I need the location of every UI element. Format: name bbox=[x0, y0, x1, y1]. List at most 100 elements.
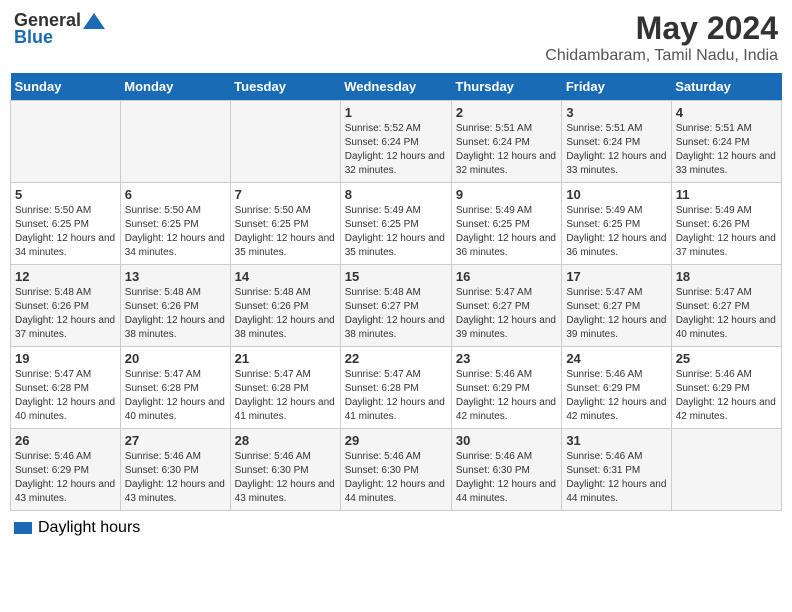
day-number: 6 bbox=[125, 187, 226, 202]
day-header-friday: Friday bbox=[562, 73, 671, 101]
day-header-tuesday: Tuesday bbox=[230, 73, 340, 101]
day-info: Sunrise: 5:46 AMSunset: 6:30 PMDaylight:… bbox=[235, 450, 336, 506]
calendar-cell: 11 Sunrise: 5:49 AMSunset: 6:26 PMDayligh… bbox=[671, 183, 781, 265]
day-number: 9 bbox=[456, 187, 557, 202]
day-number: 15 bbox=[345, 269, 447, 284]
logo-blue: Blue bbox=[14, 27, 53, 48]
day-info: Sunrise: 5:49 AMSunset: 6:25 PMDaylight:… bbox=[345, 204, 447, 260]
day-info: Sunrise: 5:46 AMSunset: 6:29 PMDaylight:… bbox=[566, 368, 666, 424]
week-row-1: 1 Sunrise: 5:52 AMSunset: 6:24 PMDaylight… bbox=[11, 101, 782, 183]
day-info: Sunrise: 5:46 AMSunset: 6:29 PMDaylight:… bbox=[676, 368, 777, 424]
day-number: 20 bbox=[125, 351, 226, 366]
calendar-cell: 20 Sunrise: 5:47 AMSunset: 6:28 PMDayligh… bbox=[120, 347, 230, 429]
calendar-cell: 9 Sunrise: 5:49 AMSunset: 6:25 PMDaylight… bbox=[451, 183, 561, 265]
subtitle: Chidambaram, Tamil Nadu, India bbox=[545, 47, 778, 65]
day-info: Sunrise: 5:46 AMSunset: 6:30 PMDaylight:… bbox=[125, 450, 226, 506]
legend: Daylight hours bbox=[10, 519, 782, 537]
logo-icon bbox=[83, 11, 105, 31]
day-number: 28 bbox=[235, 433, 336, 448]
day-info: Sunrise: 5:51 AMSunset: 6:24 PMDaylight:… bbox=[566, 122, 666, 178]
day-info: Sunrise: 5:47 AMSunset: 6:27 PMDaylight:… bbox=[676, 286, 777, 342]
day-number: 25 bbox=[676, 351, 777, 366]
day-info: Sunrise: 5:48 AMSunset: 6:27 PMDaylight:… bbox=[345, 286, 447, 342]
day-header-monday: Monday bbox=[120, 73, 230, 101]
day-number: 27 bbox=[125, 433, 226, 448]
day-number: 13 bbox=[125, 269, 226, 284]
day-number: 8 bbox=[345, 187, 447, 202]
calendar-table: SundayMondayTuesdayWednesdayThursdayFrid… bbox=[10, 73, 782, 511]
day-info: Sunrise: 5:49 AMSunset: 6:25 PMDaylight:… bbox=[456, 204, 557, 260]
calendar-cell: 2Sunrise: 5:51 AMSunset: 6:24 PMDaylight… bbox=[451, 101, 561, 183]
calendar-cell: 28 Sunrise: 5:46 AMSunset: 6:30 PMDayligh… bbox=[230, 429, 340, 511]
calendar-cell: 25 Sunrise: 5:46 AMSunset: 6:29 PMDayligh… bbox=[671, 347, 781, 429]
day-number: 4 bbox=[676, 105, 777, 120]
calendar-cell bbox=[120, 101, 230, 183]
day-number: 17 bbox=[566, 269, 666, 284]
day-header-saturday: Saturday bbox=[671, 73, 781, 101]
day-number: 5 bbox=[15, 187, 116, 202]
day-number: 29 bbox=[345, 433, 447, 448]
day-number: 3 bbox=[566, 105, 666, 120]
calendar-cell: 21Sunrise: 5:47 AMSunset: 6:28 PMDayligh… bbox=[230, 347, 340, 429]
calendar-cell: 14 Sunrise: 5:48 AMSunset: 6:26 PMDayligh… bbox=[230, 265, 340, 347]
day-number: 23 bbox=[456, 351, 557, 366]
day-info: Sunrise: 5:47 AMSunset: 6:28 PMDaylight:… bbox=[125, 368, 226, 424]
calendar-cell: 26 Sunrise: 5:46 AMSunset: 6:29 PMDayligh… bbox=[11, 429, 121, 511]
day-number: 1 bbox=[345, 105, 447, 120]
calendar-cell: 12 Sunrise: 5:48 AMSunset: 6:26 PMDayligh… bbox=[11, 265, 121, 347]
calendar-cell bbox=[230, 101, 340, 183]
calendar-cell bbox=[11, 101, 121, 183]
day-info: Sunrise: 5:48 AMSunset: 6:26 PMDaylight:… bbox=[235, 286, 336, 342]
calendar-cell: 23 Sunrise: 5:46 AMSunset: 6:29 PMDayligh… bbox=[451, 347, 561, 429]
day-info: Sunrise: 5:47 AMSunset: 6:28 PMDaylight:… bbox=[15, 368, 116, 424]
calendar-cell: 27 Sunrise: 5:46 AMSunset: 6:30 PMDayligh… bbox=[120, 429, 230, 511]
day-number: 30 bbox=[456, 433, 557, 448]
calendar-cell: 7Sunrise: 5:50 AMSunset: 6:25 PMDaylight… bbox=[230, 183, 340, 265]
day-info: Sunrise: 5:46 AMSunset: 6:29 PMDaylight:… bbox=[456, 368, 557, 424]
day-info: Sunrise: 5:47 AMSunset: 6:28 PMDaylight:… bbox=[345, 368, 447, 424]
legend-label: Daylight hours bbox=[38, 519, 140, 537]
calendar-cell: 19 Sunrise: 5:47 AMSunset: 6:28 PMDayligh… bbox=[11, 347, 121, 429]
day-info: Sunrise: 5:47 AMSunset: 6:27 PMDaylight:… bbox=[566, 286, 666, 342]
week-row-3: 12 Sunrise: 5:48 AMSunset: 6:26 PMDayligh… bbox=[11, 265, 782, 347]
calendar-cell: 1 Sunrise: 5:52 AMSunset: 6:24 PMDaylight… bbox=[340, 101, 451, 183]
day-header-wednesday: Wednesday bbox=[340, 73, 451, 101]
legend-color bbox=[14, 522, 32, 534]
calendar-cell: 10 Sunrise: 5:49 AMSunset: 6:25 PMDayligh… bbox=[562, 183, 671, 265]
calendar-cell: 5 Sunrise: 5:50 AMSunset: 6:25 PMDaylight… bbox=[11, 183, 121, 265]
calendar-cell: 31Sunrise: 5:46 AMSunset: 6:31 PMDayligh… bbox=[562, 429, 671, 511]
day-number: 11 bbox=[676, 187, 777, 202]
day-number: 14 bbox=[235, 269, 336, 284]
day-info: Sunrise: 5:51 AMSunset: 6:24 PMDaylight:… bbox=[676, 122, 777, 178]
main-title: May 2024 bbox=[545, 10, 778, 47]
calendar-cell: 30 Sunrise: 5:46 AMSunset: 6:30 PMDayligh… bbox=[451, 429, 561, 511]
calendar-cell: 6Sunrise: 5:50 AMSunset: 6:25 PMDaylight… bbox=[120, 183, 230, 265]
calendar-cell: 17 Sunrise: 5:47 AMSunset: 6:27 PMDayligh… bbox=[562, 265, 671, 347]
day-info: Sunrise: 5:47 AMSunset: 6:27 PMDaylight:… bbox=[456, 286, 557, 342]
calendar-cell: 24 Sunrise: 5:46 AMSunset: 6:29 PMDayligh… bbox=[562, 347, 671, 429]
day-number: 19 bbox=[15, 351, 116, 366]
day-number: 24 bbox=[566, 351, 666, 366]
calendar-cell: 22 Sunrise: 5:47 AMSunset: 6:28 PMDayligh… bbox=[340, 347, 451, 429]
day-number: 18 bbox=[676, 269, 777, 284]
day-number: 22 bbox=[345, 351, 447, 366]
calendar-cell: 13Sunrise: 5:48 AMSunset: 6:26 PMDayligh… bbox=[120, 265, 230, 347]
calendar-cell: 29Sunrise: 5:46 AMSunset: 6:30 PMDayligh… bbox=[340, 429, 451, 511]
day-number: 10 bbox=[566, 187, 666, 202]
day-info: Sunrise: 5:46 AMSunset: 6:30 PMDaylight:… bbox=[456, 450, 557, 506]
day-info: Sunrise: 5:52 AMSunset: 6:24 PMDaylight:… bbox=[345, 122, 447, 178]
day-number: 12 bbox=[15, 269, 116, 284]
day-number: 26 bbox=[15, 433, 116, 448]
calendar-cell: 15 Sunrise: 5:48 AMSunset: 6:27 PMDayligh… bbox=[340, 265, 451, 347]
day-info: Sunrise: 5:50 AMSunset: 6:25 PMDaylight:… bbox=[15, 204, 116, 260]
day-number: 2 bbox=[456, 105, 557, 120]
day-number: 7 bbox=[235, 187, 336, 202]
day-info: Sunrise: 5:48 AMSunset: 6:26 PMDaylight:… bbox=[15, 286, 116, 342]
day-info: Sunrise: 5:46 AMSunset: 6:29 PMDaylight:… bbox=[15, 450, 116, 506]
day-info: Sunrise: 5:46 AMSunset: 6:31 PMDaylight:… bbox=[566, 450, 666, 506]
day-info: Sunrise: 5:49 AMSunset: 6:26 PMDaylight:… bbox=[676, 204, 777, 260]
day-info: Sunrise: 5:49 AMSunset: 6:25 PMDaylight:… bbox=[566, 204, 666, 260]
calendar-cell: 16Sunrise: 5:47 AMSunset: 6:27 PMDayligh… bbox=[451, 265, 561, 347]
day-header-thursday: Thursday bbox=[451, 73, 561, 101]
calendar-cell: 3 Sunrise: 5:51 AMSunset: 6:24 PMDaylight… bbox=[562, 101, 671, 183]
